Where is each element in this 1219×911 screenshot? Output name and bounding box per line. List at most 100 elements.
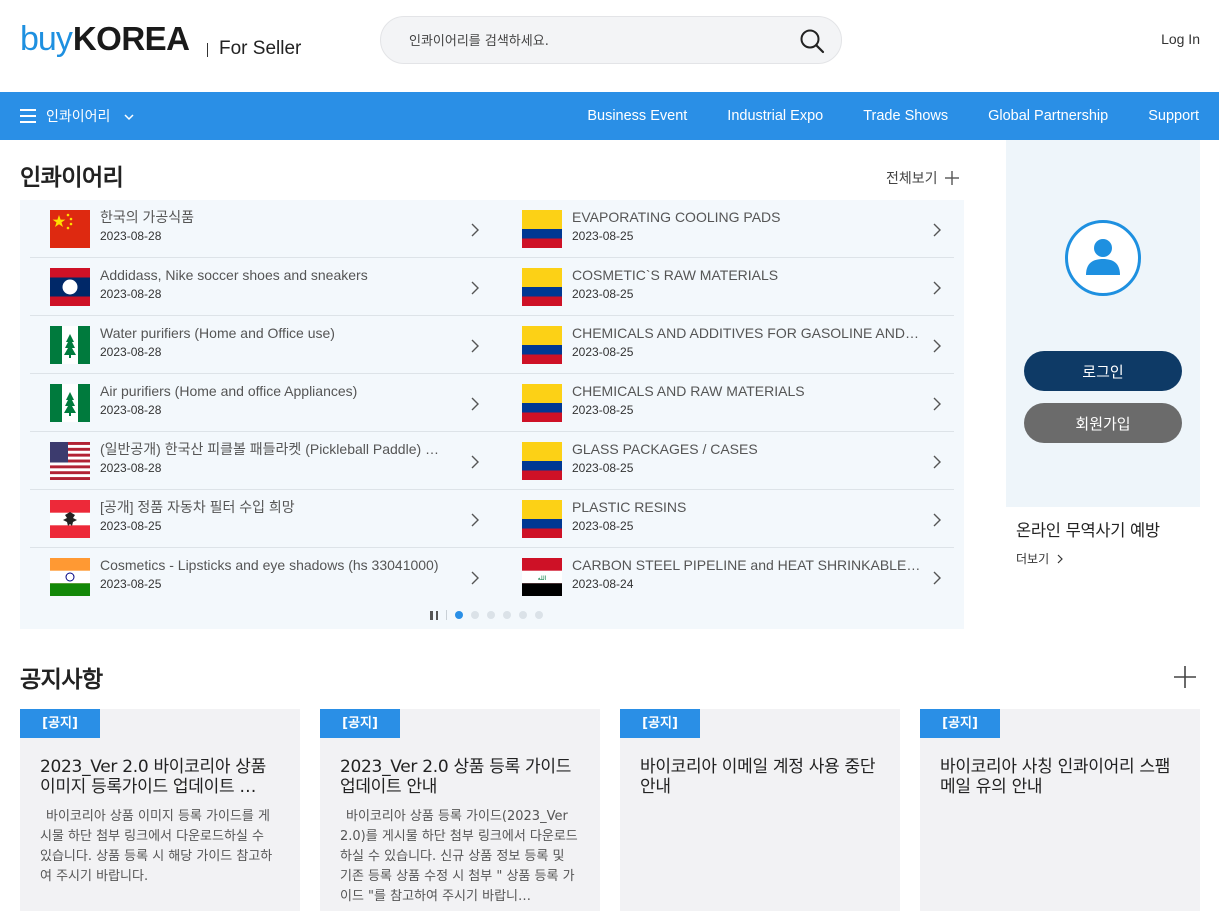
for-seller-label: For Seller: [219, 38, 302, 59]
nav-trade-shows[interactable]: Trade Shows: [863, 108, 948, 124]
view-all-label: 전체보기: [886, 171, 938, 187]
fraud-prevention-title: 온라인 무역사기 예방: [1016, 521, 1160, 540]
search-input[interactable]: [409, 30, 779, 52]
colombia-flag: [522, 210, 562, 248]
member-side-panel: 로그인 회원가입: [1006, 140, 1200, 507]
inquiry-row[interactable]: Cosmetics - Lipsticks and eye shadows (h…: [30, 548, 492, 606]
carousel-pager: [430, 609, 551, 621]
chevron-right-icon: [933, 571, 941, 585]
inquiry-section-title: 인콰이어리: [20, 165, 124, 191]
notice-tag-badge: [공지]: [920, 709, 1000, 738]
iraq-flag: الله: [522, 558, 562, 596]
inquiry-text: CHEMICALS AND RAW MATERIALS 2023-08-25: [572, 382, 922, 419]
pager-dot[interactable]: [519, 611, 527, 619]
inquiry-date: 2023-08-25: [100, 577, 162, 591]
inquiry-title: Cosmetics - Lipsticks and eye shadows (h…: [100, 557, 439, 573]
laos-flag: [50, 268, 90, 306]
fraud-more-link[interactable]: 더보기: [1016, 550, 1063, 567]
inquiry-date: 2023-08-24: [572, 577, 634, 591]
chevron-right-icon: [933, 397, 941, 411]
pager-dot[interactable]: [535, 611, 543, 619]
inquiry-list-panel: 한국의 가공식품 2023-08-28 Addidass, Nike soccer …: [20, 200, 964, 629]
inquiry-row[interactable]: EVAPORATING COOLING PADS 2023-08-25: [492, 200, 954, 258]
inquiry-date: 2023-08-25: [572, 519, 634, 533]
nav-business-event[interactable]: Business Event: [587, 108, 687, 124]
login-button[interactable]: 로그인: [1024, 351, 1182, 391]
inquiry-title: Air purifiers (Home and office Appliance…: [100, 383, 358, 399]
chevron-right-icon: [471, 455, 479, 469]
notice-card[interactable]: [공지] 바이코리아 사칭 인콰이어리 스팸 메일 유의 안내: [920, 709, 1200, 911]
usa-flag: [50, 442, 90, 480]
chevron-right-icon: [471, 281, 479, 295]
inquiry-row[interactable]: 한국의 가공식품 2023-08-28: [30, 200, 492, 258]
nav-global-partnership[interactable]: Global Partnership: [988, 108, 1108, 124]
inquiry-text: [공개] 정품 자동차 필터 수입 희망 2023-08-25: [100, 498, 450, 535]
inquiry-row[interactable]: Air purifiers (Home and office Appliance…: [30, 374, 492, 432]
notice-card[interactable]: [공지] 2023_Ver 2.0 상품 등록 가이드 업데이트 안내 바이코리아 …: [320, 709, 600, 911]
chevron-right-icon: [933, 339, 941, 353]
pager-dot[interactable]: [455, 611, 463, 619]
inquiry-text: (일반공개) 한국산 피클볼 패들라켓 (Pickleball Paddle) …: [100, 440, 450, 477]
nav-support[interactable]: Support: [1148, 108, 1199, 124]
inquiry-text: COSMETIC`S RAW MATERIALS 2023-08-25: [572, 266, 922, 303]
inquiry-row[interactable]: COSMETIC`S RAW MATERIALS 2023-08-25: [492, 258, 954, 316]
inquiry-row[interactable]: Addidass, Nike soccer shoes and sneakers…: [30, 258, 492, 316]
pager-dot[interactable]: [487, 611, 495, 619]
inquiry-row[interactable]: CHEMICALS AND ADDITIVES FOR GASOLINE AND…: [492, 316, 954, 374]
notice-more-plus-icon[interactable]: [1173, 665, 1197, 689]
pager-divider: [446, 610, 447, 620]
inquiry-row[interactable]: CHEMICALS AND RAW MATERIALS 2023-08-25: [492, 374, 954, 432]
inquiry-row[interactable]: (일반공개) 한국산 피클볼 패들라켓 (Pickleball Paddle) …: [30, 432, 492, 490]
buykorea-logo[interactable]: buy KOREA: [20, 20, 190, 60]
svg-text:الله: الله: [538, 575, 547, 582]
colombia-flag: [522, 268, 562, 306]
pager-dot[interactable]: [503, 611, 511, 619]
category-menu-button[interactable]: 인콰이어리: [20, 92, 134, 140]
inquiry-date: 2023-08-28: [100, 229, 162, 243]
notice-body: 바이코리아 상품 이미지 등록 가이드를 게시물 하단 첨부 링크에서 다운로드…: [40, 809, 273, 884]
inquiry-row[interactable]: GLASS PACKAGES / CASES 2023-08-25: [492, 432, 954, 490]
login-link[interactable]: Log In: [1161, 31, 1200, 47]
inquiry-title: [공개] 정품 자동차 필터 수입 희망: [100, 499, 295, 515]
chevron-right-icon: [933, 223, 941, 237]
inquiry-title: (일반공개) 한국산 피클볼 패들라켓 (Pickleball Paddle) …: [100, 441, 450, 457]
inquiry-title: CHEMICALS AND RAW MATERIALS: [572, 383, 805, 399]
inquiry-text: CHEMICALS AND ADDITIVES FOR GASOLINE AND…: [572, 324, 922, 361]
inquiry-date: 2023-08-28: [100, 345, 162, 359]
search-icon[interactable]: [799, 28, 825, 54]
search-bar: [380, 16, 842, 64]
pause-icon[interactable]: [430, 610, 438, 620]
chevron-right-icon: [933, 455, 941, 469]
inquiry-text: 한국의 가공식품 2023-08-28: [100, 208, 450, 245]
avatar: [1065, 220, 1141, 296]
logo-divider: [207, 43, 208, 57]
norfolk-island-flag: [50, 326, 90, 364]
chevron-down-icon: [124, 113, 134, 120]
inquiry-row[interactable]: PLASTIC RESINS 2023-08-25: [492, 490, 954, 548]
view-all-link[interactable]: 전체보기: [886, 168, 959, 188]
logo-korea-text: KOREA: [72, 20, 190, 57]
inquiry-title: CHEMICALS AND ADDITIVES FOR GASOLINE AND…: [572, 325, 922, 341]
nav-industrial-expo[interactable]: Industrial Expo: [727, 108, 823, 124]
colombia-flag: [522, 384, 562, 422]
colombia-flag: [522, 326, 562, 364]
inquiry-text: GLASS PACKAGES / CASES 2023-08-25: [572, 440, 922, 477]
notice-card[interactable]: [공지] 2023_Ver 2.0 바이코리아 상품 이미지 등록가이드 업데이트…: [20, 709, 300, 911]
signup-button[interactable]: 회원가입: [1024, 403, 1182, 443]
notice-tag-badge: [공지]: [320, 709, 400, 738]
chevron-right-icon: [471, 513, 479, 527]
nav-links: Business Event Industrial Expo Trade Sho…: [587, 92, 1219, 140]
inquiry-row[interactable]: Water purifiers (Home and Office use) 202…: [30, 316, 492, 374]
austria-flag: [50, 500, 90, 538]
pager-dot[interactable]: [471, 611, 479, 619]
logo-buy-text: buy: [20, 20, 73, 58]
notice-title: 2023_Ver 2.0 상품 등록 가이드 업데이트 안내: [340, 757, 572, 797]
hamburger-icon: [20, 109, 36, 123]
inquiry-text: Water purifiers (Home and Office use) 202…: [100, 324, 450, 361]
chevron-right-icon: [1057, 554, 1063, 563]
inquiry-row[interactable]: [공개] 정품 자동차 필터 수입 희망 2023-08-25: [30, 490, 492, 548]
inquiry-row[interactable]: الله CARBON STEEL PIPELINE and HEAT SHRIN…: [492, 548, 954, 606]
chevron-right-icon: [471, 397, 479, 411]
notice-card[interactable]: [공지] 바이코리아 이메일 계정 사용 중단 안내: [620, 709, 900, 911]
inquiry-date: 2023-08-28: [100, 287, 162, 301]
